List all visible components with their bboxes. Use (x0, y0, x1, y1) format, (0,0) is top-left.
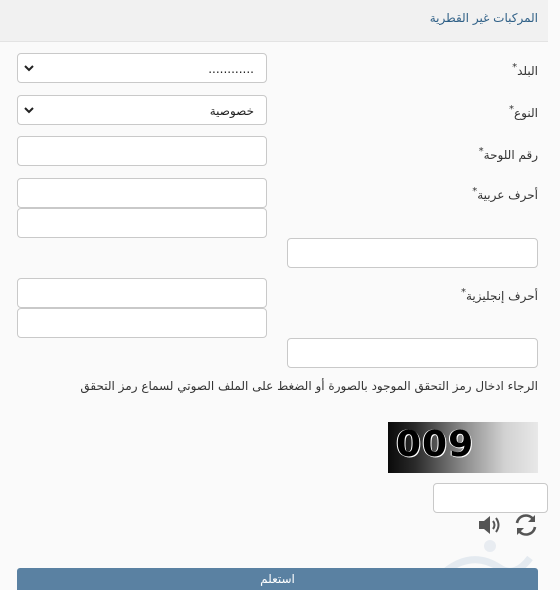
submit-button[interactable]: استعلم (17, 568, 538, 590)
section-header: المركبات غير القطرية (0, 0, 548, 42)
chevron-down-icon (24, 107, 34, 114)
plate-number-input[interactable] (17, 136, 267, 166)
arabic-letters-label: أحرف عربية* (472, 186, 538, 202)
plate-number-label: رقم اللوحة* (478, 146, 538, 162)
chevron-down-icon (24, 65, 34, 72)
english-letters-label: أحرف إنجليزية* (460, 287, 538, 303)
type-label: النوع* (509, 104, 538, 120)
english-letters-input-1[interactable] (17, 278, 267, 308)
captcha-image-text: 009 (396, 424, 475, 465)
captcha-input[interactable] (433, 483, 548, 513)
country-label: البلد* (512, 62, 538, 78)
arabic-letters-input-3[interactable] (287, 238, 538, 268)
country-select[interactable]: ............ (17, 53, 267, 83)
country-select-value: ............ (208, 62, 254, 76)
captcha-instruction: الرجاء ادخال رمز التحقق الموجود بالصورة … (80, 379, 538, 393)
section-title: المركبات غير القطرية (429, 11, 538, 25)
arabic-letters-input-1[interactable] (17, 178, 267, 208)
arabic-letters-input-2[interactable] (17, 208, 267, 238)
english-letters-input-2[interactable] (17, 308, 267, 338)
type-select[interactable]: خصوصية (17, 95, 267, 125)
type-select-value: خصوصية (209, 104, 254, 118)
captcha-image: 009 (388, 422, 538, 473)
english-letters-input-3[interactable] (287, 338, 538, 368)
